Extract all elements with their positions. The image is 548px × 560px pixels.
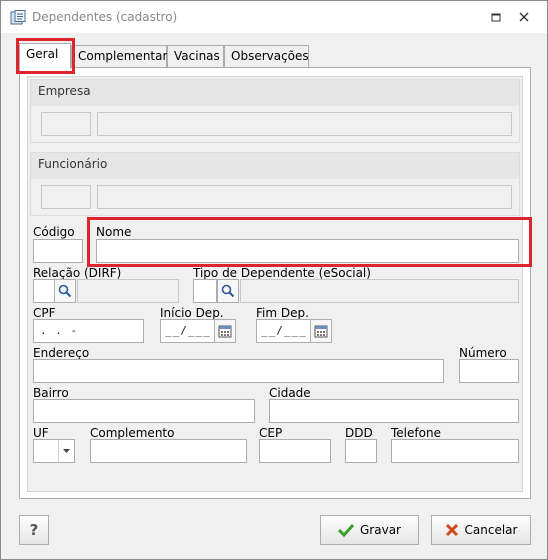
- tipo-dependente-search-button[interactable]: [217, 279, 239, 303]
- search-icon: [58, 284, 72, 298]
- dialog-window: Dependentes (cadastro) Geral Complementa…: [0, 0, 548, 560]
- cidade-field[interactable]: [269, 399, 519, 423]
- inicio-dep-label: Início Dep.: [160, 306, 224, 320]
- telefone-label: Telefone: [391, 426, 441, 440]
- endereco-field[interactable]: [33, 359, 444, 383]
- cep-label: CEP: [259, 426, 283, 440]
- gravar-button[interactable]: Gravar: [320, 515, 419, 545]
- inicio-dep-field[interactable]: __/___: [160, 319, 215, 343]
- codigo-field[interactable]: [33, 239, 83, 263]
- highlight-nome-field: [87, 217, 532, 267]
- uf-label: UF: [33, 426, 49, 440]
- form-area: Empresa Funcionário Código Nome Relação …: [27, 76, 523, 492]
- window-title: Dependentes (cadastro): [32, 10, 178, 24]
- calendar-icon: [314, 325, 328, 338]
- funcionario-code-field[interactable]: [41, 185, 91, 209]
- fim-dep-field[interactable]: __/___: [256, 319, 311, 343]
- complemento-label: Complemento: [90, 426, 175, 440]
- restore-icon: [491, 13, 500, 21]
- relacao-description-field[interactable]: [77, 279, 179, 303]
- funcionario-group-header: Funcionário: [31, 153, 519, 179]
- empresa-code-field[interactable]: [41, 112, 91, 136]
- tipo-dependente-description-field[interactable]: [240, 279, 519, 303]
- cidade-label: Cidade: [269, 386, 311, 400]
- dropdown-arrow-icon: [63, 449, 70, 453]
- inicio-dep-mask: __/___: [165, 324, 211, 337]
- uf-dropdown-button[interactable]: [58, 440, 74, 462]
- endereco-label: Endereço: [33, 346, 90, 360]
- cpf-field[interactable]: . . -: [33, 319, 144, 343]
- close-icon: [519, 12, 529, 22]
- help-button[interactable]: ?: [19, 515, 49, 545]
- uf-select[interactable]: [33, 439, 75, 463]
- relacao-search-button[interactable]: [54, 279, 76, 303]
- help-icon: ?: [29, 521, 39, 539]
- empresa-group: Empresa: [30, 79, 520, 143]
- ddd-label: DDD: [345, 426, 373, 440]
- tab-vacinas[interactable]: Vacinas: [167, 45, 224, 67]
- funcionario-group: Funcionário: [30, 152, 520, 216]
- highlight-geral-tab: [16, 38, 75, 74]
- close-button[interactable]: [514, 7, 534, 27]
- cep-field[interactable]: [259, 439, 331, 463]
- tab-observacoes[interactable]: Observações: [224, 45, 309, 67]
- inicio-dep-calendar-button[interactable]: [214, 319, 236, 343]
- search-icon: [221, 284, 235, 298]
- restore-button[interactable]: [486, 7, 506, 27]
- cancelar-label: Cancelar: [464, 523, 518, 537]
- x-icon: [445, 523, 458, 537]
- tab-complementar[interactable]: Complementar: [71, 45, 167, 67]
- ddd-field[interactable]: [345, 439, 377, 463]
- empresa-name-field[interactable]: [97, 112, 512, 136]
- fim-dep-label: Fim Dep.: [256, 306, 309, 320]
- fim-dep-calendar-button[interactable]: [310, 319, 332, 343]
- bairro-label: Bairro: [33, 386, 69, 400]
- complemento-field[interactable]: [90, 439, 247, 463]
- gravar-label: Gravar: [360, 523, 401, 537]
- relacao-code-field[interactable]: [33, 279, 55, 303]
- cpf-label: CPF: [33, 306, 56, 320]
- tab-panel-geral: Empresa Funcionário Código Nome Relação …: [19, 67, 531, 499]
- empresa-group-header: Empresa: [31, 80, 519, 106]
- calendar-icon: [218, 325, 232, 338]
- check-icon: [338, 523, 354, 537]
- funcionario-name-field[interactable]: [97, 185, 512, 209]
- tipo-dependente-label: Tipo de Dependente (eSocial): [193, 266, 371, 280]
- codigo-label: Código: [33, 225, 75, 239]
- cancelar-button[interactable]: Cancelar: [431, 515, 531, 545]
- tipo-dependente-code-field[interactable]: [193, 279, 217, 303]
- relacao-label: Relação (DIRF): [33, 266, 122, 280]
- numero-field[interactable]: [459, 359, 519, 383]
- title-bar: Dependentes (cadastro): [1, 1, 547, 33]
- fim-dep-mask: __/___: [261, 324, 307, 337]
- app-icon: [10, 10, 26, 25]
- cpf-mask: . . -: [40, 324, 79, 337]
- telefone-field[interactable]: [391, 439, 519, 463]
- numero-label: Número: [459, 346, 507, 360]
- bairro-field[interactable]: [33, 399, 255, 423]
